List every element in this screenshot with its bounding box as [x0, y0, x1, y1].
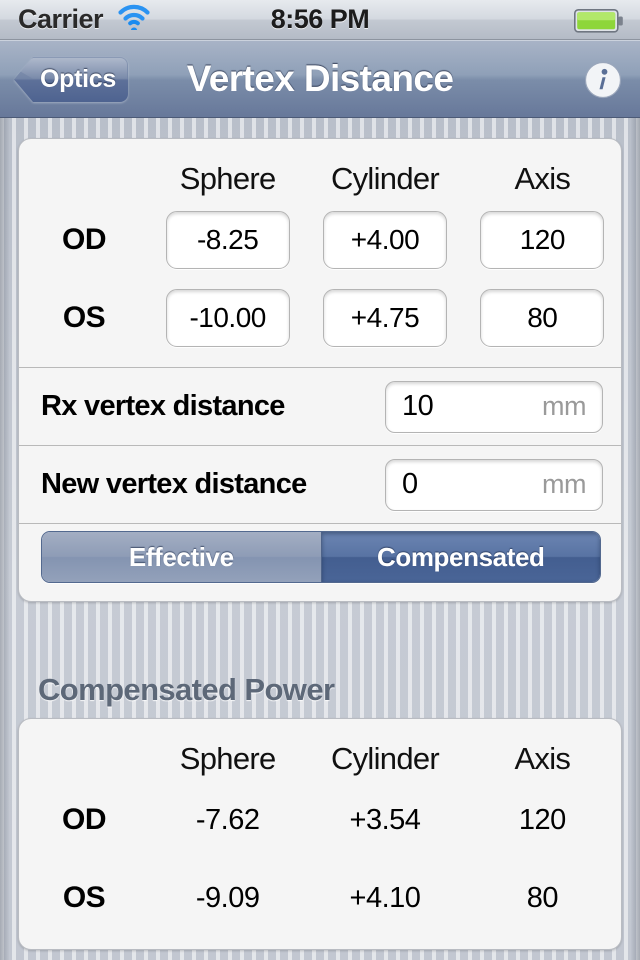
- results-row-os: OS -9.09 +4.10 80: [19, 881, 621, 915]
- segment-effective[interactable]: Effective: [42, 532, 321, 582]
- mode-segmented-control[interactable]: Effective Compensated: [41, 531, 601, 583]
- new-vertex-distance-row: New vertex distance 0 mm: [19, 445, 621, 523]
- rx-vertex-distance-unit: mm: [542, 391, 586, 421]
- results-od-axis: 120: [518, 803, 566, 836]
- od-axis-input[interactable]: 120: [480, 211, 605, 269]
- background-right-edge: [631, 118, 640, 960]
- results-eye-label-os: OS: [62, 881, 106, 914]
- eye-label-od: OD: [62, 223, 107, 256]
- results-os-cylinder: +4.10: [349, 881, 421, 914]
- results-heading: Compensated Power: [38, 672, 335, 707]
- column-header-axis: Axis: [514, 161, 571, 196]
- new-vertex-distance-value: 0: [402, 468, 418, 500]
- status-bar: Carrier 8:56 PM: [0, 0, 640, 40]
- results-column-header-cylinder: Cylinder: [330, 741, 440, 776]
- rx-vertex-distance-row: Rx vertex distance 10 mm: [19, 367, 621, 445]
- results-od-sphere: -7.62: [195, 803, 260, 836]
- column-header-sphere: Sphere: [179, 161, 276, 196]
- results-column-header-axis: Axis: [514, 741, 571, 776]
- new-vertex-distance-input[interactable]: 0 mm: [385, 458, 603, 511]
- divider: [19, 523, 621, 524]
- new-vertex-distance-unit: mm: [542, 469, 586, 499]
- results-column-header-sphere: Sphere: [179, 741, 276, 776]
- clock-label: 8:56 PM: [270, 4, 370, 34]
- input-column-headers: Sphere Cylinder Axis: [19, 161, 621, 197]
- od-cylinder-input[interactable]: +4.00: [322, 211, 447, 269]
- rx-vertex-distance-input[interactable]: 10 mm: [385, 380, 603, 433]
- background-left-edge: [0, 118, 9, 960]
- os-cylinder-input[interactable]: +4.75: [322, 289, 447, 347]
- os-sphere-input[interactable]: -10.00: [165, 289, 290, 347]
- input-row-os: OS -10.00 +4.75 80: [19, 289, 621, 347]
- results-eye-label-od: OD: [62, 803, 107, 836]
- results-os-sphere: -9.09: [195, 881, 260, 914]
- os-axis-input[interactable]: 80: [480, 289, 605, 347]
- battery-full-icon: [574, 9, 624, 38]
- results-row-od: OD -7.62 +3.54 120: [19, 803, 621, 837]
- od-sphere-input[interactable]: -8.25: [165, 211, 290, 269]
- page-title: Vertex Distance: [186, 57, 454, 99]
- rx-vertex-distance-label: Rx vertex distance: [41, 390, 285, 422]
- info-circle-icon[interactable]: [583, 60, 623, 100]
- segment-compensated[interactable]: Compensated: [320, 532, 600, 582]
- results-od-cylinder: +3.54: [349, 803, 421, 836]
- new-vertex-distance-label: New vertex distance: [41, 468, 307, 500]
- eye-label-os: OS: [62, 301, 106, 334]
- rx-vertex-distance-value: 10: [402, 390, 434, 422]
- results-os-axis: 80: [526, 881, 559, 914]
- prescription-input-card: Sphere Cylinder Axis OD -8.25 +4.00 120 …: [18, 138, 622, 602]
- results-card: Sphere Cylinder Axis OD -7.62 +3.54 120 …: [18, 718, 622, 950]
- input-row-od: OD -8.25 +4.00 120: [19, 211, 621, 269]
- results-column-headers: Sphere Cylinder Axis: [19, 741, 621, 777]
- navigation-bar: Optics Vertex Distance: [0, 40, 640, 118]
- column-header-cylinder: Cylinder: [330, 161, 440, 196]
